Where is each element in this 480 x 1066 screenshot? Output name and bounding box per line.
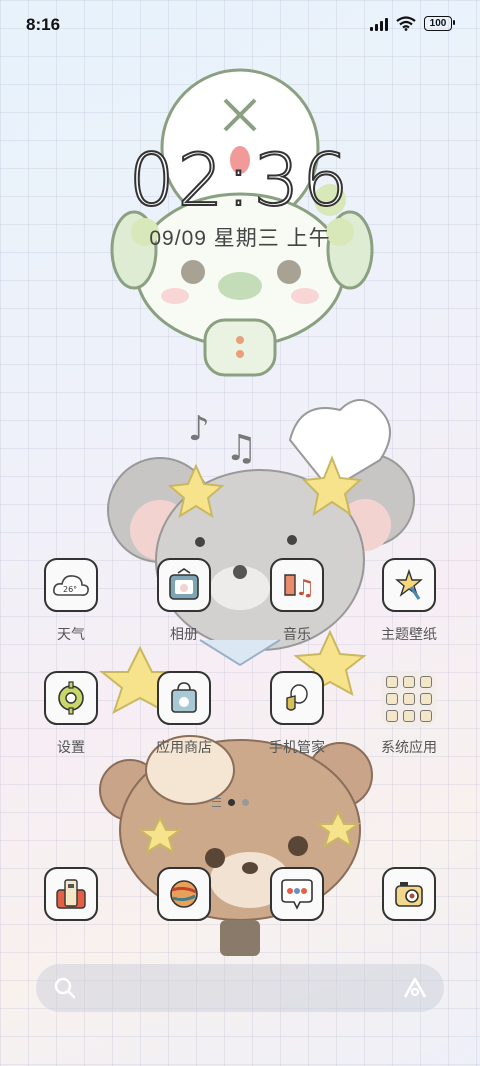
settings-icon [44,671,98,725]
dock-messages[interactable] [252,867,342,921]
search-icon[interactable] [54,977,76,999]
svg-text:26°: 26° [63,585,77,594]
dock-browser[interactable] [139,867,229,921]
svg-text:♫: ♫ [295,576,315,601]
app-label: 主题壁纸 [381,627,437,643]
music-icon: ♫ [270,558,324,612]
app-security[interactable]: 手机管家 [252,671,342,757]
app-theme[interactable]: 主题壁纸 [364,558,454,644]
dock-camera[interactable] [364,867,454,921]
bear-illustration [99,735,373,956]
assistant-icon[interactable] [402,976,428,1000]
security-icon [270,671,324,725]
battery-icon: 100 [424,16,455,31]
date-label[interactable]: 09/09 星期三 上午 [0,222,480,252]
status-indicators: 100 [370,16,455,31]
theme-icon [382,558,436,612]
app-store[interactable]: 应用商店 [139,671,229,757]
messages-icon [270,867,324,921]
app-settings[interactable]: 设置 [26,671,116,757]
app-label: 相册 [170,627,198,643]
app-music[interactable]: ♫ 音乐 [252,558,342,644]
svg-text:♫: ♫ [225,428,257,469]
page-dot-active [228,799,235,806]
gallery-icon [157,558,211,612]
phone-icon [44,867,98,921]
app-label: 系统应用 [381,740,437,756]
app-label: 应用商店 [156,740,212,756]
page-dot [242,799,249,806]
camera-icon [382,867,436,921]
menu-lines-icon [212,798,221,807]
app-store-icon [157,671,211,725]
status-time: 8:16 [26,15,61,34]
app-folder-system[interactable]: 系统应用 [364,671,454,757]
app-label: 音乐 [283,627,311,643]
weather-icon: 26° [44,558,98,612]
page-indicator[interactable] [212,798,249,807]
search-bar[interactable] [36,964,444,1012]
app-label: 设置 [57,740,85,756]
app-weather[interactable]: 26° 天气 [26,558,116,644]
app-gallery[interactable]: 相册 [139,558,229,644]
app-label: 天气 [57,627,85,643]
wifi-icon [396,16,416,31]
mouse-chef-illustration: ♪ ♫ [99,399,415,715]
browser-icon [157,867,211,921]
app-label: 手机管家 [269,740,325,756]
dock-phone[interactable] [26,867,116,921]
status-bar: 8:16 100 [0,0,480,50]
svg-text:♪: ♪ [188,409,210,449]
folder-icon [381,671,437,727]
signal-icon [370,17,388,31]
clock-widget[interactable]: 02:36 [0,137,480,223]
